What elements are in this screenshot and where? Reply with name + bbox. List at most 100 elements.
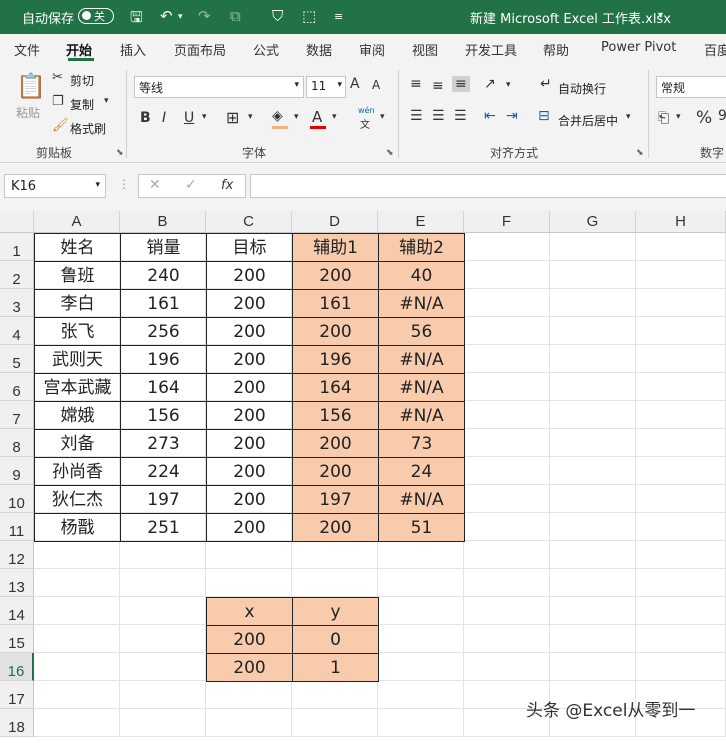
table-cell[interactable]: 161 xyxy=(292,289,379,318)
grow-font-icon[interactable]: A xyxy=(350,76,360,92)
cut-icon[interactable]: ✂ xyxy=(52,70,63,85)
format-painter-button[interactable]: 格式刷 xyxy=(70,120,106,137)
row-header-7[interactable]: 7 xyxy=(0,401,34,429)
clipboard-launcher-icon[interactable]: ⬊ xyxy=(116,148,124,158)
column-header-a[interactable]: A xyxy=(34,211,120,233)
comma-style-icon[interactable]: 9 xyxy=(718,108,726,124)
shapes-icon[interactable]: ⧉ xyxy=(230,7,241,25)
table-cell[interactable]: 200 xyxy=(206,373,293,402)
touch-mode-icon[interactable]: ⬚ xyxy=(302,7,316,25)
table-cell[interactable]: 256 xyxy=(120,317,207,346)
format-painter-icon[interactable]: 🖌 xyxy=(52,118,69,133)
column-header-d[interactable]: D xyxy=(292,211,378,233)
wrap-text-button[interactable]: 自动换行 xyxy=(558,80,606,97)
table-cell[interactable]: 200 xyxy=(292,317,379,346)
table-cell[interactable]: 鲁班 xyxy=(34,261,121,290)
font-size-select[interactable]: 11 ▾ xyxy=(306,76,346,98)
table-cell[interactable]: 24 xyxy=(378,457,465,486)
table-cell[interactable]: 武则天 xyxy=(34,345,121,374)
table-cell[interactable]: 164 xyxy=(292,373,379,402)
table-cell[interactable]: 200 xyxy=(292,513,379,542)
table-cell[interactable]: 56 xyxy=(378,317,465,346)
tab-power-pivot[interactable]: Power Pivot xyxy=(601,40,676,55)
fill-color-dropdown-icon[interactable]: ▾ xyxy=(294,112,299,122)
enter-icon[interactable]: ✓ xyxy=(185,177,197,193)
table-cell[interactable]: 200 xyxy=(292,261,379,290)
undo-icon[interactable]: ↶ xyxy=(160,7,173,25)
row-header-6[interactable]: 6 xyxy=(0,373,34,401)
table-cell[interactable]: 161 xyxy=(120,289,207,318)
phonetic-guide-icon[interactable]: wén xyxy=(358,106,375,115)
tab-file[interactable]: 文件 xyxy=(14,40,40,59)
table-cell[interactable]: 156 xyxy=(292,401,379,430)
row-header-1[interactable]: 1 xyxy=(0,233,34,261)
tab-home[interactable]: 开始 xyxy=(66,40,92,59)
number-format-select[interactable]: 常规 xyxy=(656,76,726,98)
decrease-indent-icon[interactable]: ⇤ xyxy=(484,108,496,124)
shrink-font-icon[interactable]: A xyxy=(372,78,380,92)
tab-baidu[interactable]: 百度 xyxy=(704,40,726,59)
insert-function-icon[interactable]: fx xyxy=(221,178,233,193)
row-header-14[interactable]: 14 xyxy=(0,597,34,625)
wrap-text-icon[interactable]: ↵ xyxy=(540,76,552,92)
accounting-format-icon[interactable]: ⎗ xyxy=(658,110,669,126)
filter-icon[interactable]: ⛉ xyxy=(272,7,283,25)
table-cell[interactable]: 200 xyxy=(206,429,293,458)
table-cell[interactable]: 刘备 xyxy=(34,429,121,458)
borders-dropdown-icon[interactable]: ▾ xyxy=(248,112,253,122)
autosave-toggle[interactable]: 关 xyxy=(78,8,114,24)
row-header-16[interactable]: 16 xyxy=(0,653,34,681)
table-cell[interactable]: 40 xyxy=(378,261,465,290)
copy-icon[interactable]: ❐ xyxy=(52,94,64,109)
table-cell[interactable]: #N/A xyxy=(378,289,465,318)
xy-header-cell[interactable]: y xyxy=(292,597,379,626)
alignment-launcher-icon[interactable]: ⬊ xyxy=(636,148,644,158)
font-name-select[interactable]: 等线 ▾ xyxy=(134,76,304,98)
tab-data[interactable]: 数据 xyxy=(306,40,332,59)
row-header-18[interactable]: 18 xyxy=(0,709,34,737)
xy-cell[interactable]: 0 xyxy=(292,625,379,654)
save-icon[interactable]: 🖫 xyxy=(130,7,143,32)
percent-button[interactable]: % xyxy=(696,108,712,128)
align-right-icon[interactable]: ☰ xyxy=(454,108,467,124)
table-cell[interactable]: 孙尚香 xyxy=(34,457,121,486)
table-cell[interactable]: 200 xyxy=(206,401,293,430)
fill-color-icon[interactable]: ◈ xyxy=(272,108,283,124)
underline-button[interactable]: U xyxy=(184,110,194,126)
column-header-h[interactable]: H xyxy=(636,211,726,233)
xy-cell[interactable]: 200 xyxy=(206,653,293,682)
align-middle-icon[interactable]: ≡ xyxy=(432,78,444,94)
cut-button[interactable]: 剪切 xyxy=(70,72,94,89)
table-cell[interactable]: 197 xyxy=(292,485,379,514)
align-bottom-icon[interactable]: ≡ xyxy=(452,76,470,92)
copy-dropdown-icon[interactable]: ▾ xyxy=(104,96,109,106)
table-cell[interactable]: 张飞 xyxy=(34,317,121,346)
tab-insert[interactable]: 插入 xyxy=(120,40,146,59)
cancel-icon[interactable]: ✕ xyxy=(149,177,161,193)
name-box[interactable]: K16 ▾ xyxy=(4,174,106,198)
tab-page-layout[interactable]: 页面布局 xyxy=(174,40,226,59)
xy-header-cell[interactable]: x xyxy=(206,597,293,626)
tab-help[interactable]: 帮助 xyxy=(543,40,569,59)
table-cell[interactable]: 224 xyxy=(120,457,207,486)
table-cell[interactable]: 200 xyxy=(292,429,379,458)
underline-dropdown-icon[interactable]: ▾ xyxy=(202,112,207,122)
table-cell[interactable]: 73 xyxy=(378,429,465,458)
bold-button[interactable]: B xyxy=(140,110,151,126)
table-cell[interactable]: 197 xyxy=(120,485,207,514)
select-all-corner[interactable] xyxy=(0,211,34,233)
table-cell[interactable]: 51 xyxy=(378,513,465,542)
row-header-8[interactable]: 8 xyxy=(0,429,34,457)
paste-icon[interactable]: 📋 xyxy=(16,72,46,100)
table-header-cell[interactable]: 辅助1 xyxy=(292,233,379,262)
customize-qat-icon[interactable]: ≡ xyxy=(334,10,343,23)
table-cell[interactable]: 狄仁杰 xyxy=(34,485,121,514)
column-header-g[interactable]: G xyxy=(550,211,636,233)
table-cell[interactable]: 196 xyxy=(120,345,207,374)
copy-button[interactable]: 复制 xyxy=(70,96,94,113)
table-cell[interactable]: #N/A xyxy=(378,345,465,374)
table-cell[interactable]: 156 xyxy=(120,401,207,430)
formula-input[interactable] xyxy=(250,174,726,198)
table-cell[interactable]: 200 xyxy=(206,513,293,542)
font-launcher-icon[interactable]: ⬊ xyxy=(386,148,394,158)
